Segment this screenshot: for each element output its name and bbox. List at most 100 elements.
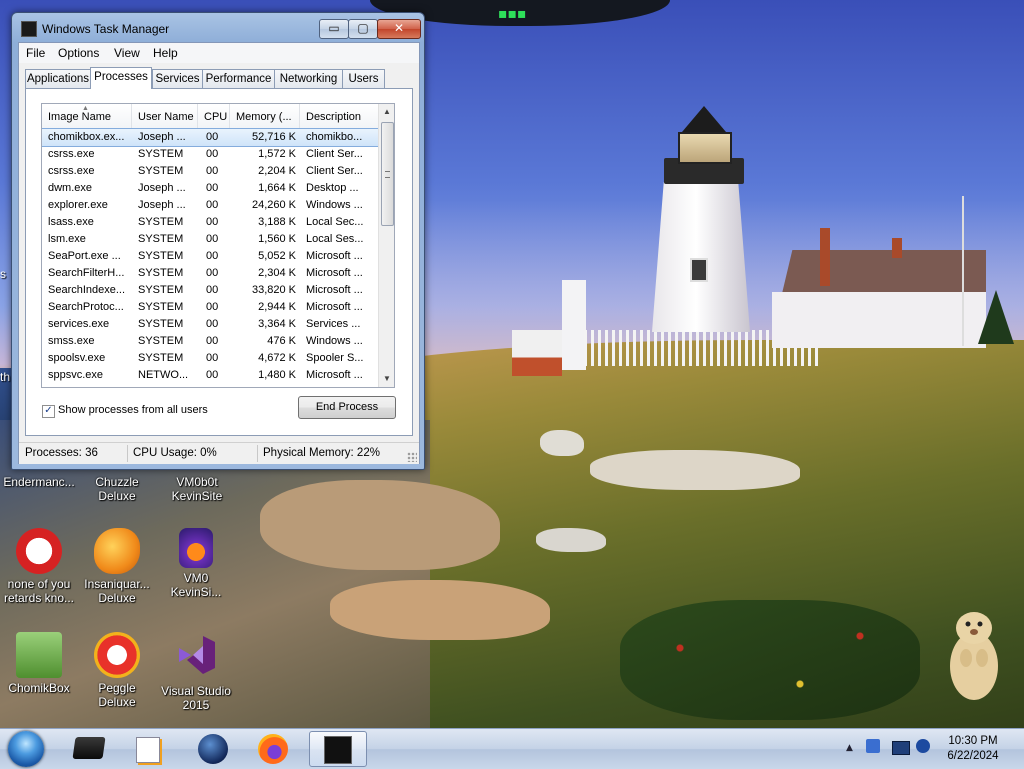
- taskbar-media-box[interactable]: [62, 731, 116, 765]
- menu-options[interactable]: Options: [58, 46, 99, 60]
- taskbar: ▲ 10:30 PM 6/22/2024: [0, 728, 1024, 769]
- tab-networking[interactable]: Networking: [274, 69, 343, 88]
- table-row[interactable]: lsass.exe SYSTEM 00 3,188 K Local Sec...: [42, 214, 378, 231]
- taskbar-firefox[interactable]: [246, 731, 300, 765]
- clock-time: 10:30 PM: [948, 735, 998, 747]
- visual-studio-icon: [179, 636, 215, 674]
- processes-panel: ▲ Image Name User Name CPU Memory (... D…: [25, 88, 413, 436]
- table-row[interactable]: lsm.exe SYSTEM 00 1,560 K Local Ses...: [42, 231, 378, 248]
- scroll-up-icon[interactable]: ▲: [379, 104, 394, 120]
- chomikbox-icon: [16, 632, 62, 678]
- scroll-down-icon[interactable]: ▼: [379, 371, 394, 387]
- description-cell: Services ...: [306, 318, 361, 330]
- table-row[interactable]: spoolsv.exe SYSTEM 00 4,672 K Spooler S...: [42, 350, 378, 367]
- memory-cell: 4,672 K: [258, 352, 296, 364]
- cpu-cell: 00: [206, 182, 219, 194]
- menu-file[interactable]: File: [26, 46, 45, 60]
- desktop-icon-peggle[interactable]: Peggle Deluxe: [78, 632, 156, 709]
- system-clock[interactable]: 10:30 PM 6/22/2024: [938, 734, 1008, 764]
- table-row[interactable]: explorer.exe Joseph ... 00 24,260 K Windows …: [42, 197, 378, 214]
- network-icon[interactable]: [892, 741, 910, 755]
- show-hidden-icons-button[interactable]: ▲: [846, 743, 853, 753]
- scroll-thumb[interactable]: [381, 122, 394, 226]
- tab-services[interactable]: Services: [152, 69, 203, 88]
- table-row[interactable]: csrss.exe SYSTEM 00 1,572 K Client Ser...: [42, 146, 378, 163]
- desktop-icon-insaniquarium[interactable]: Insaniquar... Deluxe: [78, 528, 156, 605]
- image-name-cell: lsass.exe: [48, 216, 94, 228]
- column-image-name[interactable]: ▲ Image Name: [42, 104, 132, 128]
- column-memory[interactable]: Memory (...: [230, 104, 300, 128]
- column-cpu[interactable]: CPU: [198, 104, 230, 128]
- user-name-cell: SYSTEM: [138, 335, 184, 347]
- table-row[interactable]: services.exe SYSTEM 00 3,364 K Services ...: [42, 316, 378, 333]
- task-manager-window[interactable]: Windows Task Manager ▭ ▢ ✕ File Options …: [11, 12, 425, 470]
- close-button[interactable]: ✕: [377, 19, 421, 39]
- start-button[interactable]: [8, 731, 44, 767]
- table-row[interactable]: SeaPort.exe ... SYSTEM 00 5,052 K Microsoft …: [42, 248, 378, 265]
- user-name-cell: SYSTEM: [138, 250, 184, 262]
- memory-cell: 24,260 K: [251, 199, 296, 211]
- memory-cell: 33,820 K: [251, 284, 296, 296]
- cpu-cell: 00: [206, 250, 219, 262]
- table-row[interactable]: chomikbox.ex... Joseph ... 00 52,716 K chomi…: [42, 128, 379, 147]
- device-icon[interactable]: [866, 739, 880, 753]
- table-row[interactable]: SearchFilterH... SYSTEM 00 2,304 K Microsoft…: [42, 265, 378, 282]
- column-description[interactable]: Description: [300, 104, 378, 128]
- user-name-cell: SYSTEM: [138, 318, 184, 330]
- process-list[interactable]: ▲ Image Name User Name CPU Memory (... D…: [41, 103, 395, 388]
- media-box-icon: [72, 737, 106, 759]
- small-tower: [562, 280, 586, 370]
- title-bar[interactable]: Windows Task Manager ▭ ▢ ✕: [12, 13, 424, 43]
- tab-applications[interactable]: Applications: [25, 69, 91, 88]
- vertical-scrollbar[interactable]: ▲ ▼: [378, 104, 394, 387]
- user-name-cell: SYSTEM: [138, 165, 184, 177]
- description-cell: Microsoft ...: [306, 250, 363, 262]
- rock: [260, 480, 500, 570]
- resize-grip-icon[interactable]: [407, 452, 417, 462]
- maximize-button[interactable]: ▢: [348, 19, 378, 39]
- table-row[interactable]: dwm.exe Joseph ... 00 1,664 K Desktop ...: [42, 180, 378, 197]
- table-row[interactable]: sppsvc.exe NETWO... 00 1,480 K Microsoft ...: [42, 367, 378, 384]
- desktop-icon-vm0-kevinsite[interactable]: VM0 KevinSi...: [157, 528, 235, 599]
- desktop-icon-chomikbox[interactable]: ChomikBox: [0, 632, 78, 695]
- tab-processes[interactable]: Processes: [90, 67, 152, 89]
- menu-help[interactable]: Help: [153, 46, 178, 60]
- desktop-icon-chuzzle[interactable]: Chuzzle Deluxe: [78, 475, 156, 503]
- table-row[interactable]: SearchIndexe... SYSTEM 00 33,820 K Microsoft…: [42, 282, 378, 299]
- description-cell: Desktop ...: [306, 182, 359, 194]
- tab-performance[interactable]: Performance: [202, 69, 275, 88]
- table-row[interactable]: smss.exe SYSTEM 00 476 K Windows ...: [42, 333, 378, 350]
- desktop-icon-label: Visual Studio 2015: [161, 684, 231, 712]
- end-process-button[interactable]: End Process: [298, 396, 396, 419]
- chimney: [820, 228, 830, 286]
- memory-cell: 2,944 K: [258, 301, 296, 313]
- desktop-icon-visual-studio[interactable]: Visual Studio 2015: [157, 632, 235, 712]
- red-logo-icon: [16, 528, 62, 574]
- partial-icon-label[interactable]: s: [0, 267, 10, 281]
- user-name-cell: SYSTEM: [138, 284, 184, 296]
- desktop-icon-none-of-you[interactable]: none of you retards kno...: [0, 528, 78, 605]
- column-user-name[interactable]: User Name: [132, 104, 198, 128]
- tab-strip: Applications Processes Services Performa…: [25, 67, 415, 89]
- cpu-cell: 00: [206, 267, 219, 279]
- show-all-users-label[interactable]: Show processes from all users: [58, 404, 208, 416]
- desktop-icon-endermanch[interactable]: Endermanc...: [0, 475, 78, 489]
- memory-cell: 52,716 K: [251, 131, 296, 143]
- taskbar-media-player[interactable]: [120, 731, 174, 765]
- user-name-cell: Joseph ...: [138, 182, 186, 194]
- show-all-users-checkbox[interactable]: ✓: [42, 405, 55, 418]
- firefox-icon: [258, 734, 288, 764]
- volume-icon[interactable]: [916, 739, 930, 753]
- gopher-gadget[interactable]: [944, 600, 1004, 704]
- tab-users[interactable]: Users: [342, 69, 385, 88]
- taskbar-globe[interactable]: [186, 731, 240, 765]
- table-row[interactable]: SearchProtoc... SYSTEM 00 2,944 K Microsoft …: [42, 299, 378, 316]
- table-row[interactable]: csrss.exe SYSTEM 00 2,204 K Client Ser...: [42, 163, 378, 180]
- gadget-led-icon: ▪▪▪: [498, 6, 527, 22]
- desktop-icon-vm0b0t[interactable]: VM0b0t KevinSite: [157, 475, 237, 503]
- minimize-button[interactable]: ▭: [319, 19, 349, 39]
- fish-game-icon: [94, 528, 140, 574]
- grip-icon: [385, 171, 390, 178]
- menu-view[interactable]: View: [114, 46, 140, 60]
- taskbar-task-manager[interactable]: [309, 731, 367, 767]
